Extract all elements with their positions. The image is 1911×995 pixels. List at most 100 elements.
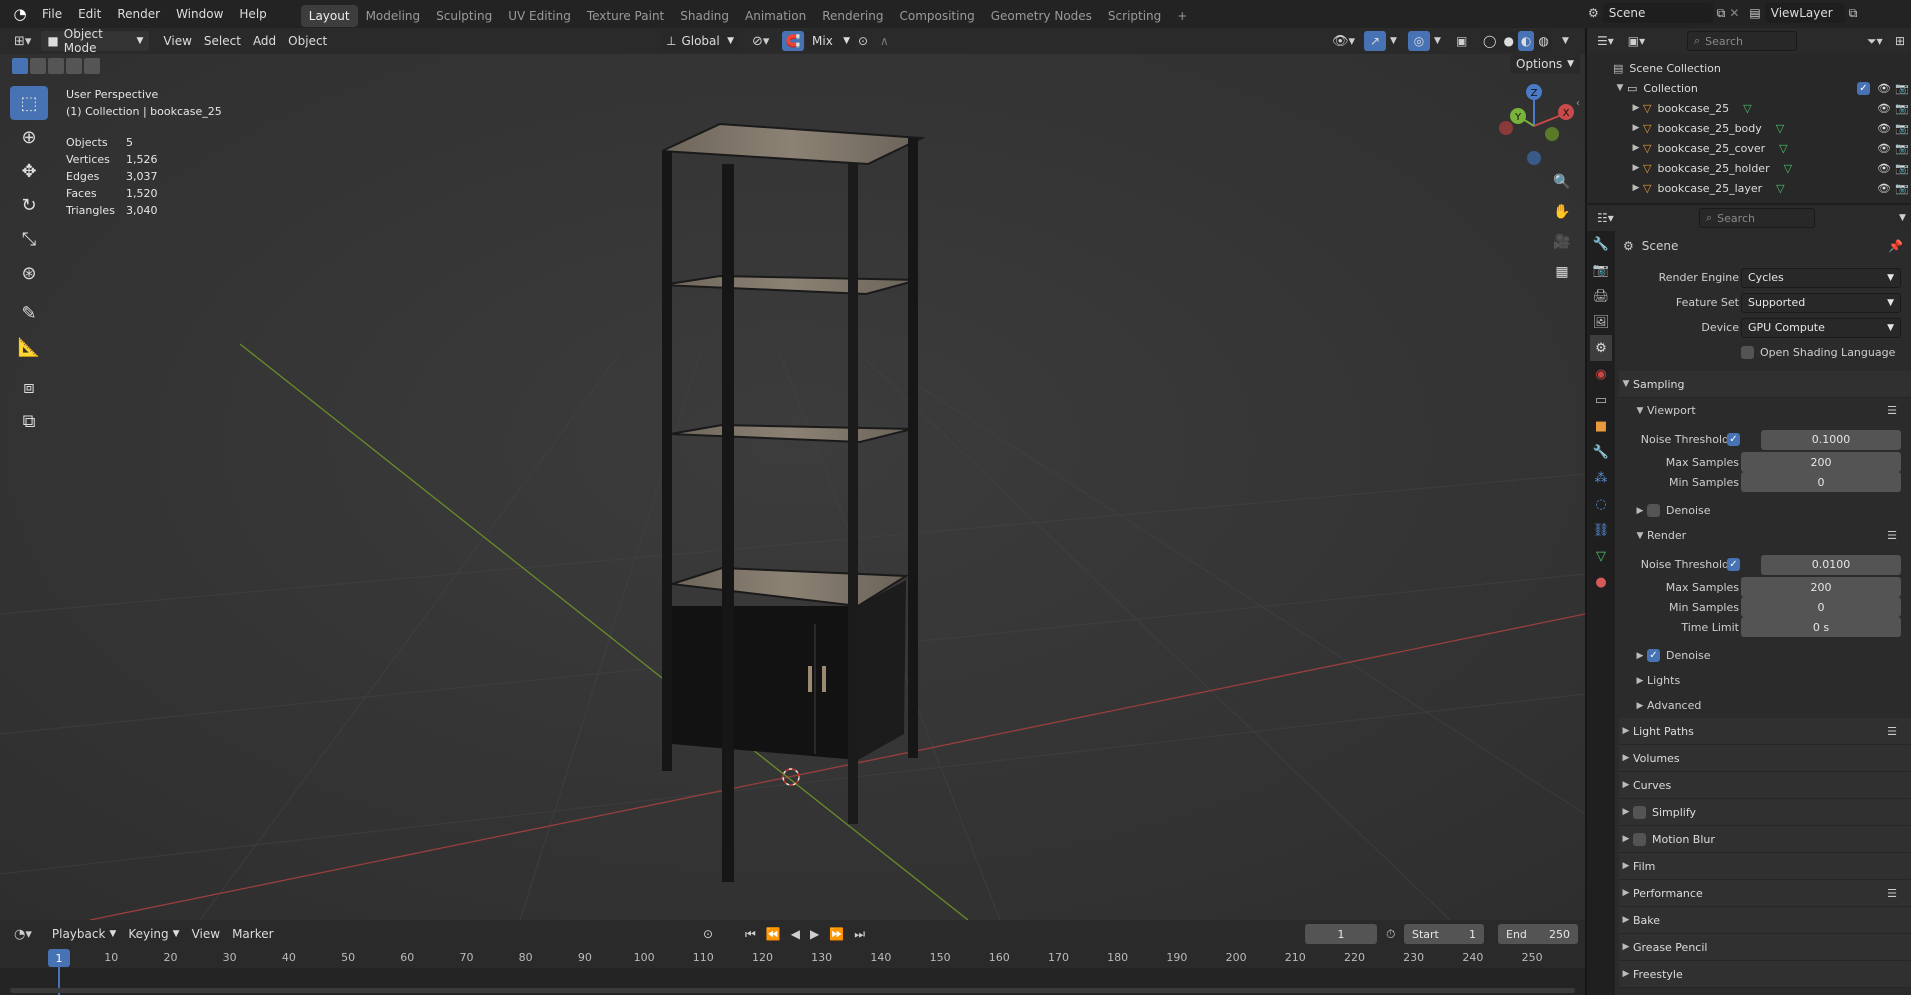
- tab-sculpting[interactable]: Sculpting: [428, 5, 500, 27]
- modifier-tab-icon[interactable]: 🔧: [1590, 439, 1612, 465]
- collection-exclude-checkbox[interactable]: ✓: [1857, 81, 1870, 95]
- render-subpanel-header[interactable]: ▼ Render ☰: [1619, 523, 1911, 548]
- eye-icon[interactable]: 👁: [1877, 142, 1891, 155]
- curves-panel-header[interactable]: ▶ Curves: [1619, 772, 1911, 799]
- new-collection-icon[interactable]: ⊞: [1895, 34, 1905, 48]
- menu-file[interactable]: File: [34, 0, 70, 28]
- new-scene-icon[interactable]: ⧉: [1717, 6, 1726, 21]
- tab-compositing[interactable]: Compositing: [891, 5, 982, 27]
- vp-denoise-row[interactable]: ▶ Denoise: [1619, 498, 1911, 523]
- eye-icon[interactable]: 👁: [1877, 122, 1891, 135]
- r-time-limit-field[interactable]: 0 s: [1741, 617, 1901, 637]
- select-invert-icon[interactable]: [66, 58, 82, 74]
- simplify-checkbox[interactable]: [1633, 805, 1646, 819]
- menu-playback[interactable]: Playback ▼: [46, 924, 122, 944]
- jump-end-icon[interactable]: ⏭: [854, 927, 865, 942]
- options-button[interactable]: Options ▼: [1510, 54, 1580, 74]
- outliner-search-input[interactable]: ⌕ Search: [1687, 31, 1797, 51]
- grease-pencil-panel-header[interactable]: ▶ Grease Pencil: [1619, 934, 1911, 961]
- material-shading-icon[interactable]: ◐: [1517, 31, 1535, 51]
- shading-dropdown-icon[interactable]: ▼: [1562, 36, 1569, 46]
- device-dropdown[interactable]: GPU Compute ▼: [1741, 317, 1901, 338]
- chevron-right-icon[interactable]: ▶: [1629, 143, 1643, 153]
- freestyle-panel-header[interactable]: ▶ Freestyle: [1619, 961, 1911, 988]
- outliner-object-row[interactable]: ▶ ▽ bookcase_25 ▽ 👁 📷: [1587, 98, 1911, 118]
- performance-panel-header[interactable]: ▶ Performance ☰: [1619, 880, 1911, 907]
- play-reverse-icon[interactable]: ◀: [791, 927, 800, 942]
- chevron-down-icon[interactable]: ▼: [1613, 83, 1627, 93]
- transform-tool-icon[interactable]: ⊛: [10, 256, 48, 290]
- motion-blur-checkbox[interactable]: [1633, 832, 1646, 846]
- advanced-subpanel-header[interactable]: ▶ Advanced: [1619, 693, 1911, 718]
- snap-mode[interactable]: Mix ▼: [806, 31, 856, 51]
- particles-tab-icon[interactable]: ⁂: [1590, 465, 1612, 491]
- outliner-object-row[interactable]: ▶ ▽ bookcase_25_layer ▽ 👁 📷: [1587, 178, 1911, 198]
- vp-noise-threshold-field[interactable]: 0.1000: [1761, 429, 1901, 450]
- scene-icon[interactable]: ⚙: [1588, 6, 1599, 20]
- output-tab-icon[interactable]: 🖨: [1590, 283, 1612, 309]
- tab-scripting[interactable]: Scripting: [1100, 5, 1169, 27]
- timeline-editor-icon[interactable]: ◔▾: [14, 927, 32, 942]
- move-tool-icon[interactable]: ✥: [10, 154, 48, 188]
- blender-logo-icon[interactable]: ◔: [6, 5, 34, 23]
- scale-tool-icon[interactable]: ⤡: [10, 222, 48, 256]
- add-workspace-icon[interactable]: +: [1169, 5, 1195, 27]
- r-denoise-checkbox[interactable]: ✓: [1647, 649, 1660, 662]
- bake-panel-header[interactable]: ▶ Bake: [1619, 907, 1911, 934]
- tab-uv-editing[interactable]: UV Editing: [500, 5, 579, 27]
- start-frame-field[interactable]: Start 1: [1404, 924, 1484, 944]
- overlays-dropdown-icon[interactable]: ▼: [1434, 36, 1441, 46]
- pan-hand-icon[interactable]: ✋: [1549, 199, 1575, 225]
- world-tab-icon[interactable]: ◉: [1590, 361, 1612, 387]
- jump-start-icon[interactable]: ⏮: [745, 927, 756, 942]
- tab-shading[interactable]: Shading: [672, 5, 737, 27]
- physics-tab-icon[interactable]: ◌: [1590, 491, 1612, 517]
- eye-icon[interactable]: 👁: [1877, 182, 1891, 195]
- feature-set-dropdown[interactable]: Supported ▼: [1741, 292, 1901, 313]
- editor-type-icon[interactable]: ⊞▾: [14, 34, 31, 49]
- r-min-samples-field[interactable]: 0: [1741, 597, 1901, 617]
- tab-animation[interactable]: Animation: [737, 5, 814, 27]
- pin-icon[interactable]: 📌: [1888, 239, 1903, 253]
- camera-icon[interactable]: 📷: [1895, 162, 1909, 175]
- camera-icon[interactable]: 📷: [1895, 102, 1909, 115]
- vp-max-samples-field[interactable]: 200: [1741, 452, 1901, 472]
- timeline-scrollbar[interactable]: [10, 988, 1575, 993]
- chevron-right-icon[interactable]: ▶: [1629, 163, 1643, 173]
- menu-render[interactable]: Render: [109, 0, 168, 28]
- properties-search-input[interactable]: ⌕ Search: [1699, 208, 1815, 228]
- solid-shading-icon[interactable]: ●: [1500, 31, 1517, 51]
- render-tab-icon[interactable]: 📷: [1590, 257, 1612, 283]
- tab-texture-paint[interactable]: Texture Paint: [579, 5, 672, 27]
- menu-select[interactable]: Select: [198, 31, 247, 51]
- chevron-right-icon[interactable]: ▶: [1629, 123, 1643, 133]
- camera-icon[interactable]: 📷: [1895, 142, 1909, 155]
- presets-list-icon[interactable]: ☰: [1887, 404, 1897, 417]
- pivot-icon[interactable]: ⊘▾: [752, 34, 769, 49]
- stopwatch-icon[interactable]: ⏱: [1386, 927, 1395, 942]
- view-layer-icon[interactable]: ▤: [1749, 6, 1760, 20]
- outliner-object-row[interactable]: ▶ ▽ bookcase_25_body ▽ 👁 📷: [1587, 118, 1911, 138]
- select-new-icon[interactable]: [12, 58, 28, 74]
- menu-window[interactable]: Window: [168, 0, 231, 28]
- lights-subpanel-header[interactable]: ▶ Lights: [1619, 668, 1911, 693]
- presets-list-icon[interactable]: ☰: [1887, 887, 1897, 900]
- menu-add[interactable]: Add: [247, 31, 282, 51]
- render-engine-dropdown[interactable]: Cycles ▼: [1741, 267, 1901, 288]
- vp-min-samples-field[interactable]: 0: [1741, 472, 1901, 492]
- tab-modeling[interactable]: Modeling: [358, 5, 429, 27]
- r-noise-checkbox[interactable]: ✓: [1727, 558, 1740, 571]
- eye-icon[interactable]: 👁: [1877, 102, 1891, 115]
- zoom-icon[interactable]: 🔍: [1549, 169, 1575, 195]
- tab-layout[interactable]: Layout: [300, 4, 358, 27]
- select-extend-icon[interactable]: [30, 58, 46, 74]
- camera-icon[interactable]: 📷: [1895, 82, 1909, 95]
- volumes-panel-header[interactable]: ▶ Volumes: [1619, 745, 1911, 772]
- outliner-object-row[interactable]: ▶ ▽ bookcase_25_cover ▽ 👁 📷: [1587, 138, 1911, 158]
- view-layer-tab-icon[interactable]: 🖼: [1590, 309, 1612, 335]
- viewport-subpanel-header[interactable]: ▼ Viewport ☰: [1619, 398, 1911, 423]
- rendered-shading-icon[interactable]: ◍: [1535, 31, 1552, 51]
- navigation-gizmo[interactable]: Z X Y: [1494, 82, 1574, 166]
- properties-editor-icon[interactable]: ☷▾: [1597, 211, 1614, 225]
- perspective-toggle-icon[interactable]: ▦: [1549, 259, 1575, 285]
